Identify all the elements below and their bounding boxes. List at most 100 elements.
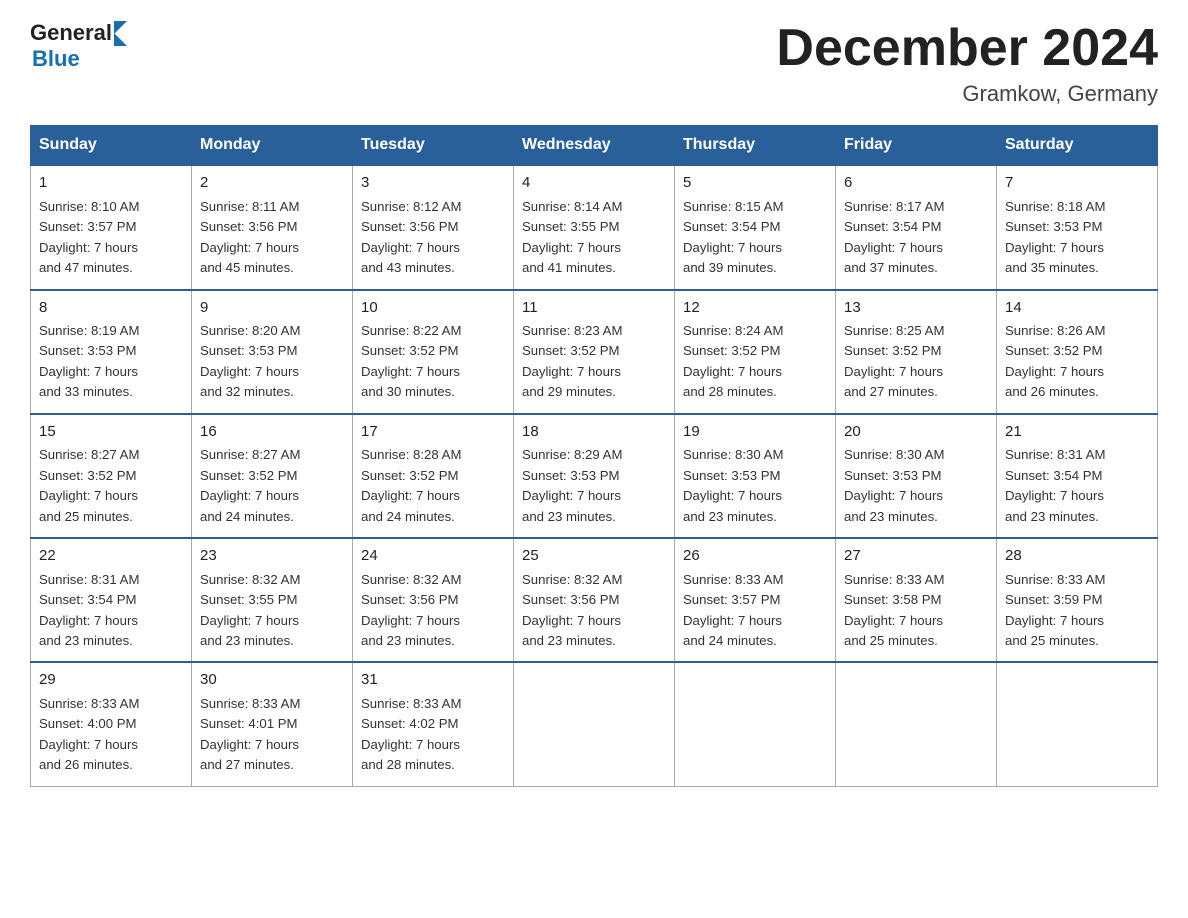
week-row-2: 8Sunrise: 8:19 AMSunset: 3:53 PMDaylight… bbox=[31, 290, 1158, 414]
day-number: 19 bbox=[683, 421, 827, 444]
sunrise-text: Sunrise: 8:30 AM bbox=[844, 445, 988, 465]
sunset-text: Sunset: 3:54 PM bbox=[844, 217, 988, 237]
sunset-text: Sunset: 3:56 PM bbox=[200, 217, 344, 237]
sunset-text: Sunset: 3:53 PM bbox=[1005, 217, 1149, 237]
calendar-cell: 6Sunrise: 8:17 AMSunset: 3:54 PMDaylight… bbox=[836, 165, 997, 289]
day-number: 9 bbox=[200, 297, 344, 320]
day-info: Sunrise: 8:20 AMSunset: 3:53 PMDaylight:… bbox=[200, 321, 344, 403]
daylight-text: Daylight: 7 hours bbox=[39, 611, 183, 631]
daylight-text: Daylight: 7 hours bbox=[522, 486, 666, 506]
sunrise-text: Sunrise: 8:14 AM bbox=[522, 197, 666, 217]
sunset-text: Sunset: 4:01 PM bbox=[200, 714, 344, 734]
calendar-cell: 31Sunrise: 8:33 AMSunset: 4:02 PMDayligh… bbox=[353, 662, 514, 786]
sunset-text: Sunset: 3:55 PM bbox=[522, 217, 666, 237]
day-info: Sunrise: 8:14 AMSunset: 3:55 PMDaylight:… bbox=[522, 197, 666, 279]
daylight-text: Daylight: 7 hours bbox=[200, 362, 344, 382]
daylight-minutes-text: and 25 minutes. bbox=[1005, 631, 1149, 651]
daylight-minutes-text: and 27 minutes. bbox=[200, 755, 344, 775]
sunrise-text: Sunrise: 8:33 AM bbox=[1005, 570, 1149, 590]
sunset-text: Sunset: 3:54 PM bbox=[1005, 466, 1149, 486]
day-info: Sunrise: 8:23 AMSunset: 3:52 PMDaylight:… bbox=[522, 321, 666, 403]
header-saturday: Saturday bbox=[997, 126, 1158, 166]
day-info: Sunrise: 8:31 AMSunset: 3:54 PMDaylight:… bbox=[1005, 445, 1149, 527]
calendar-cell: 15Sunrise: 8:27 AMSunset: 3:52 PMDayligh… bbox=[31, 414, 192, 538]
day-number: 23 bbox=[200, 545, 344, 568]
daylight-text: Daylight: 7 hours bbox=[1005, 238, 1149, 258]
daylight-text: Daylight: 7 hours bbox=[1005, 486, 1149, 506]
sunset-text: Sunset: 3:56 PM bbox=[361, 590, 505, 610]
sunset-text: Sunset: 4:00 PM bbox=[39, 714, 183, 734]
day-number: 17 bbox=[361, 421, 505, 444]
daylight-text: Daylight: 7 hours bbox=[522, 238, 666, 258]
day-number: 31 bbox=[361, 669, 505, 692]
daylight-text: Daylight: 7 hours bbox=[683, 486, 827, 506]
week-row-1: 1Sunrise: 8:10 AMSunset: 3:57 PMDaylight… bbox=[31, 165, 1158, 289]
calendar-cell: 12Sunrise: 8:24 AMSunset: 3:52 PMDayligh… bbox=[675, 290, 836, 414]
calendar-cell: 27Sunrise: 8:33 AMSunset: 3:58 PMDayligh… bbox=[836, 538, 997, 662]
calendar-table: SundayMondayTuesdayWednesdayThursdayFrid… bbox=[30, 125, 1158, 787]
daylight-minutes-text: and 45 minutes. bbox=[200, 258, 344, 278]
sunrise-text: Sunrise: 8:18 AM bbox=[1005, 197, 1149, 217]
day-info: Sunrise: 8:33 AMSunset: 3:58 PMDaylight:… bbox=[844, 570, 988, 652]
sunrise-text: Sunrise: 8:22 AM bbox=[361, 321, 505, 341]
daylight-minutes-text: and 24 minutes. bbox=[683, 631, 827, 651]
header-row: SundayMondayTuesdayWednesdayThursdayFrid… bbox=[31, 126, 1158, 166]
daylight-text: Daylight: 7 hours bbox=[522, 362, 666, 382]
day-info: Sunrise: 8:32 AMSunset: 3:56 PMDaylight:… bbox=[522, 570, 666, 652]
sunrise-text: Sunrise: 8:12 AM bbox=[361, 197, 505, 217]
header-wednesday: Wednesday bbox=[514, 126, 675, 166]
logo-blue-text: Blue bbox=[32, 46, 80, 72]
sunset-text: Sunset: 3:53 PM bbox=[844, 466, 988, 486]
sunset-text: Sunset: 3:52 PM bbox=[361, 466, 505, 486]
daylight-minutes-text: and 23 minutes. bbox=[1005, 507, 1149, 527]
day-info: Sunrise: 8:31 AMSunset: 3:54 PMDaylight:… bbox=[39, 570, 183, 652]
sunrise-text: Sunrise: 8:27 AM bbox=[200, 445, 344, 465]
sunrise-text: Sunrise: 8:30 AM bbox=[683, 445, 827, 465]
day-info: Sunrise: 8:30 AMSunset: 3:53 PMDaylight:… bbox=[683, 445, 827, 527]
daylight-minutes-text: and 26 minutes. bbox=[39, 755, 183, 775]
calendar-cell: 4Sunrise: 8:14 AMSunset: 3:55 PMDaylight… bbox=[514, 165, 675, 289]
calendar-cell: 7Sunrise: 8:18 AMSunset: 3:53 PMDaylight… bbox=[997, 165, 1158, 289]
day-number: 28 bbox=[1005, 545, 1149, 568]
daylight-text: Daylight: 7 hours bbox=[683, 238, 827, 258]
daylight-text: Daylight: 7 hours bbox=[39, 735, 183, 755]
day-number: 24 bbox=[361, 545, 505, 568]
sunrise-text: Sunrise: 8:19 AM bbox=[39, 321, 183, 341]
header-tuesday: Tuesday bbox=[353, 126, 514, 166]
calendar-cell: 8Sunrise: 8:19 AMSunset: 3:53 PMDaylight… bbox=[31, 290, 192, 414]
day-number: 4 bbox=[522, 172, 666, 195]
daylight-text: Daylight: 7 hours bbox=[522, 611, 666, 631]
day-number: 26 bbox=[683, 545, 827, 568]
daylight-minutes-text: and 32 minutes. bbox=[200, 382, 344, 402]
sunrise-text: Sunrise: 8:27 AM bbox=[39, 445, 183, 465]
day-number: 1 bbox=[39, 172, 183, 195]
sunset-text: Sunset: 3:52 PM bbox=[361, 341, 505, 361]
sunset-text: Sunset: 3:57 PM bbox=[39, 217, 183, 237]
sunset-text: Sunset: 3:52 PM bbox=[844, 341, 988, 361]
daylight-minutes-text: and 33 minutes. bbox=[39, 382, 183, 402]
logo-general-text: General bbox=[30, 20, 112, 46]
calendar-cell bbox=[836, 662, 997, 786]
daylight-minutes-text: and 23 minutes. bbox=[683, 507, 827, 527]
daylight-text: Daylight: 7 hours bbox=[361, 238, 505, 258]
daylight-minutes-text: and 28 minutes. bbox=[361, 755, 505, 775]
daylight-text: Daylight: 7 hours bbox=[844, 362, 988, 382]
calendar-cell: 21Sunrise: 8:31 AMSunset: 3:54 PMDayligh… bbox=[997, 414, 1158, 538]
sunrise-text: Sunrise: 8:31 AM bbox=[1005, 445, 1149, 465]
day-info: Sunrise: 8:15 AMSunset: 3:54 PMDaylight:… bbox=[683, 197, 827, 279]
sunrise-text: Sunrise: 8:33 AM bbox=[844, 570, 988, 590]
calendar-cell: 13Sunrise: 8:25 AMSunset: 3:52 PMDayligh… bbox=[836, 290, 997, 414]
calendar-cell: 19Sunrise: 8:30 AMSunset: 3:53 PMDayligh… bbox=[675, 414, 836, 538]
page-header: General Blue December 2024 Gramkow, Germ… bbox=[30, 20, 1158, 107]
logo-triangle-bottom bbox=[114, 33, 127, 46]
calendar-cell: 11Sunrise: 8:23 AMSunset: 3:52 PMDayligh… bbox=[514, 290, 675, 414]
daylight-minutes-text: and 23 minutes. bbox=[361, 631, 505, 651]
calendar-cell: 17Sunrise: 8:28 AMSunset: 3:52 PMDayligh… bbox=[353, 414, 514, 538]
daylight-minutes-text: and 39 minutes. bbox=[683, 258, 827, 278]
daylight-text: Daylight: 7 hours bbox=[1005, 611, 1149, 631]
sunset-text: Sunset: 3:54 PM bbox=[39, 590, 183, 610]
sunrise-text: Sunrise: 8:15 AM bbox=[683, 197, 827, 217]
calendar-cell: 29Sunrise: 8:33 AMSunset: 4:00 PMDayligh… bbox=[31, 662, 192, 786]
calendar-cell: 20Sunrise: 8:30 AMSunset: 3:53 PMDayligh… bbox=[836, 414, 997, 538]
week-row-3: 15Sunrise: 8:27 AMSunset: 3:52 PMDayligh… bbox=[31, 414, 1158, 538]
